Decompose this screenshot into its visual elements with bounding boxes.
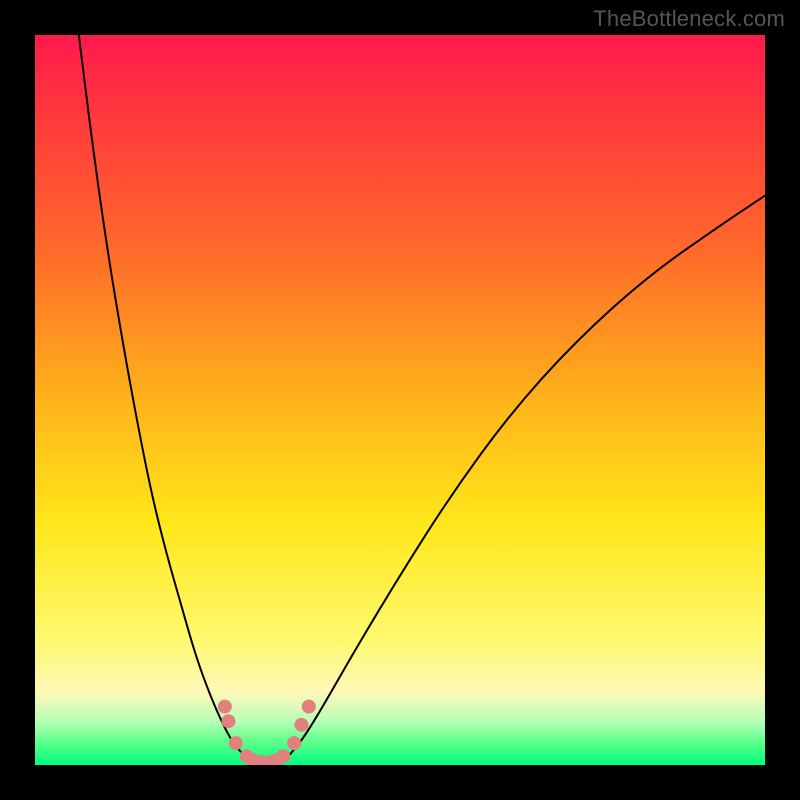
- plot-area: [35, 35, 765, 765]
- curve-right-branch: [283, 196, 765, 762]
- curve-left-branch: [79, 35, 254, 761]
- marker-dot: [276, 749, 290, 763]
- watermark-text: TheBottleneck.com: [593, 6, 785, 32]
- marker-dot: [218, 700, 232, 714]
- marker-dot: [294, 718, 308, 732]
- marker-dot: [302, 700, 316, 714]
- chart-frame: TheBottleneck.com: [0, 0, 800, 800]
- marker-dot: [229, 736, 243, 750]
- curve-canvas: [35, 35, 765, 765]
- marker-group: [218, 700, 316, 765]
- marker-dot: [221, 714, 235, 728]
- marker-dot: [287, 736, 301, 750]
